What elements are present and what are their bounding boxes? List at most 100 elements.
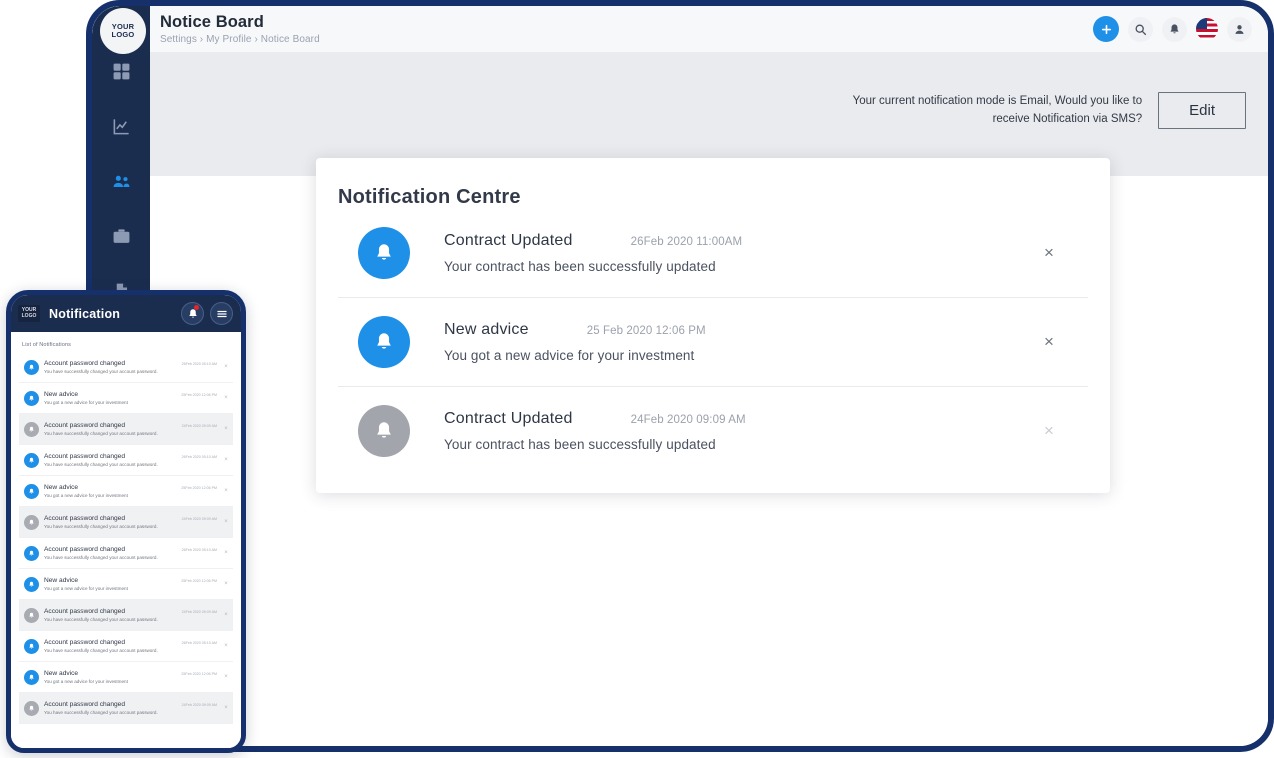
notification-close-button[interactable]: × <box>1032 332 1066 352</box>
mobile-bell-avatar <box>24 390 39 406</box>
bell-icon <box>29 488 34 494</box>
notification-description: Your contract has been successfully upda… <box>444 259 716 274</box>
bell-icon <box>29 550 34 556</box>
mobile-item-title: Account password changed <box>44 422 126 429</box>
mobile-item-close-button[interactable]: × <box>221 395 231 401</box>
mobile-bell-avatar <box>24 607 39 623</box>
bell-icon <box>29 364 34 370</box>
mobile-item-heading-line: Account password changed 26Feb 2020 05:10… <box>44 639 221 646</box>
mobile-item-close-button[interactable]: × <box>221 705 231 711</box>
notification-centre-title: Notification Centre <box>338 186 521 208</box>
mobile-item-heading-line: New advice 25Feb 2020 12:06 PM <box>44 484 221 491</box>
mobile-list-item[interactable]: New advice 25Feb 2020 12:06 PM You got a n… <box>19 476 233 507</box>
mobile-list-item[interactable]: Account password changed 24Feb 2020 09:09… <box>19 600 233 631</box>
mobile-menu-button[interactable] <box>210 302 233 325</box>
edit-button[interactable]: Edit <box>1158 92 1246 129</box>
mobile-item-close-button[interactable]: × <box>221 488 231 494</box>
mobile-item-heading-line: New advice 25Feb 2020 12:06 PM <box>44 670 221 677</box>
mobile-item-close-button[interactable]: × <box>221 612 231 618</box>
user-icon <box>1235 24 1244 34</box>
sidebar-item-users[interactable] <box>102 162 140 200</box>
mobile-item-close-button[interactable]: × <box>221 457 231 463</box>
mobile-list-item[interactable]: Account password changed 24Feb 2020 09:09… <box>19 414 233 445</box>
notification-row[interactable]: Contract Updated 26Feb 2020 11:00AM Your c… <box>338 209 1088 298</box>
mobile-list-item[interactable]: Account password changed 24Feb 2020 09:09… <box>19 693 233 724</box>
mobile-item-description: You have successfully changed your accou… <box>44 431 158 436</box>
chart-icon <box>113 118 129 134</box>
mobile-item-close-button[interactable]: × <box>221 550 231 556</box>
mobile-logo-line-2: LOGO <box>21 312 37 319</box>
mobile-item-close-button[interactable]: × <box>221 643 231 649</box>
mobile-item-description: You got a new advice for your investment <box>44 679 128 684</box>
mobile-item-close-button[interactable]: × <box>221 674 231 680</box>
mobile-item-timestamp: 24Feb 2020 09:09 AM <box>181 424 217 428</box>
mobile-list-item[interactable]: Account password changed 26Feb 2020 05:10… <box>19 538 233 569</box>
mobile-bell-avatar <box>24 638 39 654</box>
mobile-item-description: You have successfully changed your accou… <box>44 617 158 622</box>
mobile-item-timestamp: 26Feb 2020 05:10 AM <box>181 548 217 552</box>
notification-timestamp: 26Feb 2020 11:00AM <box>630 236 743 248</box>
mobile-bell-avatar <box>24 700 39 716</box>
notification-title: New advice <box>444 321 529 338</box>
mobile-list-item[interactable]: Account password changed 26Feb 2020 05:10… <box>19 631 233 662</box>
grid-icon <box>113 63 129 79</box>
notification-bell-avatar <box>358 316 410 368</box>
search-button[interactable] <box>1128 16 1153 42</box>
mobile-item-description: You have successfully changed your accou… <box>44 369 158 374</box>
mobile-list-item[interactable]: New advice 25Feb 2020 12:06 PM You got a n… <box>19 383 233 414</box>
mobile-item-timestamp: 25Feb 2020 12:06 PM <box>181 672 217 676</box>
add-button[interactable] <box>1093 16 1119 42</box>
mobile-item-title: Account password changed <box>44 639 126 646</box>
bell-icon <box>377 422 391 438</box>
sidebar-item-analytics[interactable] <box>102 107 140 145</box>
mobile-mockup: YOUR LOGO Notification List of Notificat… <box>6 290 246 753</box>
desktop-window-frame: YOUR LOGO Notice Board Settings › My Pro… <box>86 0 1274 752</box>
mobile-body: List of Notifications Account password c… <box>11 332 241 748</box>
mobile-item-title: New advice <box>44 670 79 677</box>
notification-row[interactable]: New advice 25 Feb 2020 12:06 PM You got a … <box>338 298 1088 387</box>
mobile-bell-avatar <box>24 514 39 530</box>
mobile-notifications-button[interactable] <box>181 302 204 325</box>
title-block: Notice Board Settings › My Profile › Not… <box>160 13 1093 45</box>
mobile-item-description: You have successfully changed your accou… <box>44 524 158 529</box>
bell-icon <box>29 457 34 463</box>
mobile-list-item[interactable]: Account password changed 24Feb 2020 09:09… <box>19 507 233 538</box>
mobile-item-timestamp: 25Feb 2020 12:06 PM <box>181 579 217 583</box>
bell-icon <box>1170 23 1179 33</box>
notification-body: Contract Updated 24Feb 2020 09:09 AM Your … <box>410 410 1032 452</box>
mobile-item-close-button[interactable]: × <box>221 426 231 432</box>
language-button[interactable] <box>1196 18 1218 40</box>
mobile-item-heading-line: Account password changed 24Feb 2020 09:09… <box>44 422 221 429</box>
mobile-list-item[interactable]: New advice 25Feb 2020 12:06 PM You got a n… <box>19 662 233 693</box>
mobile-item-title: Account password changed <box>44 515 126 522</box>
mobile-item-body: Account password changed 24Feb 2020 09:09… <box>44 701 221 715</box>
mobile-item-timestamp: 24Feb 2020 09:09 AM <box>181 703 217 707</box>
mobile-item-timestamp: 24Feb 2020 09:09 AM <box>181 610 217 614</box>
mobile-item-heading-line: Account password changed 24Feb 2020 09:09… <box>44 608 221 615</box>
mobile-item-heading-line: Account password changed 24Feb 2020 09:09… <box>44 701 221 708</box>
notification-close-button[interactable]: × <box>1032 421 1066 441</box>
mobile-header: YOUR LOGO Notification <box>11 295 241 332</box>
account-button[interactable] <box>1227 16 1252 42</box>
mobile-item-description: You have successfully changed your accou… <box>44 555 158 560</box>
mobile-item-close-button[interactable]: × <box>221 519 231 525</box>
mobile-list-item[interactable]: New advice 25Feb 2020 12:06 PM You got a n… <box>19 569 233 600</box>
notification-row[interactable]: Contract Updated 24Feb 2020 09:09 AM Your … <box>338 387 1088 475</box>
notification-close-button[interactable]: × <box>1032 243 1066 263</box>
sidebar-item-portfolio[interactable] <box>102 217 140 255</box>
notifications-button[interactable] <box>1162 16 1187 42</box>
mobile-item-title: New advice <box>44 484 79 491</box>
mobile-item-close-button[interactable]: × <box>221 581 231 587</box>
bell-icon <box>29 643 34 649</box>
desktop-window: YOUR LOGO Notice Board Settings › My Pro… <box>92 6 1268 746</box>
mobile-item-heading-line: Account password changed 26Feb 2020 05:10… <box>44 360 221 367</box>
content-area: Your current notification mode is Email,… <box>150 52 1268 746</box>
bell-icon <box>29 674 34 680</box>
mobile-item-body: Account password changed 26Feb 2020 05:10… <box>44 546 221 560</box>
mobile-bell-avatar <box>24 576 39 592</box>
mobile-list-item[interactable]: Account password changed 26Feb 2020 05:10… <box>19 445 233 476</box>
sidebar-item-dashboard[interactable] <box>102 52 140 90</box>
mobile-list-item[interactable]: Account password changed 26Feb 2020 05:10… <box>19 352 233 383</box>
mobile-bell-avatar <box>24 359 39 375</box>
mobile-item-close-button[interactable]: × <box>221 364 231 370</box>
